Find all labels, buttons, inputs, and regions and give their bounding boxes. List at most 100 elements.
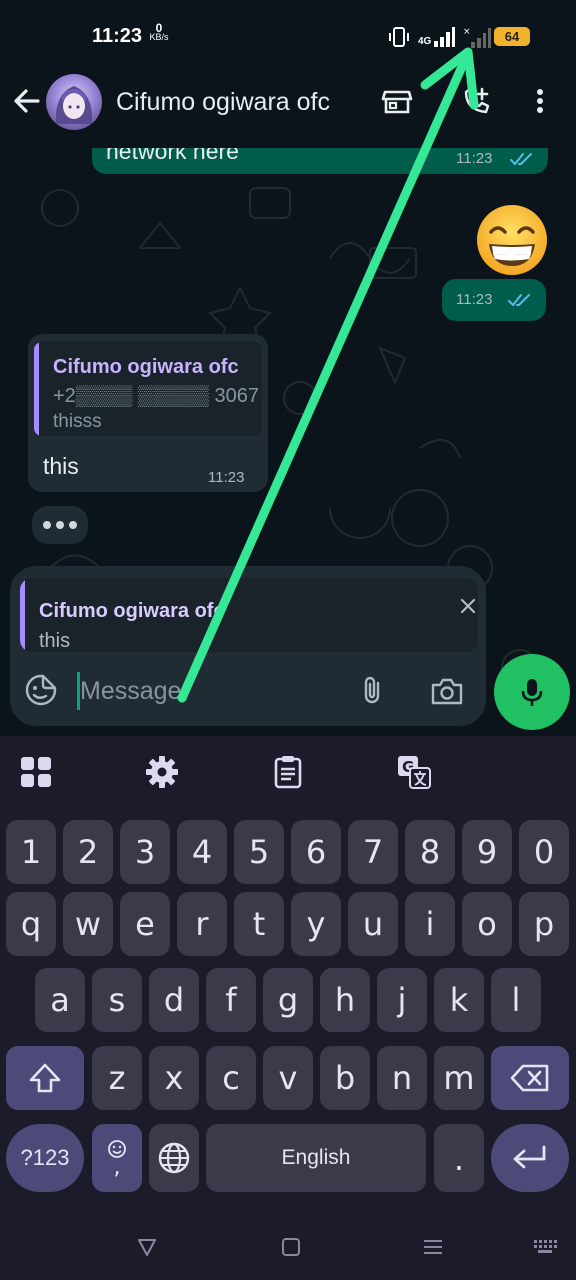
message-composer: Cifumo ogiwara ofc this [10,566,486,726]
recents-menu-icon[interactable] [420,1234,446,1260]
key-v[interactable]: v [263,1046,313,1110]
message-text: network here [106,148,239,164]
key-l[interactable]: l [491,968,541,1032]
catalog-store-icon[interactable] [380,84,414,118]
shift-key[interactable] [6,1046,84,1110]
key-h[interactable]: h [320,968,370,1032]
message-time: 11:23 [456,291,493,308]
add-call-icon[interactable] [460,84,494,118]
reply-text: this [39,630,71,652]
key-z[interactable]: z [92,1046,142,1110]
quote-text: thisss [53,411,102,432]
translate-icon[interactable]: G [396,754,432,790]
emoji-comma-key[interactable]: , [92,1124,142,1192]
grinning-face-emoji [477,205,547,275]
key-q[interactable]: q [6,892,56,956]
key-w[interactable]: w [63,892,113,956]
typing-dot [43,521,51,529]
voice-record-button[interactable] [494,654,570,730]
network-type: 4G [418,27,456,47]
close-reply-icon[interactable] [458,596,478,616]
key-u[interactable]: u [348,892,398,956]
read-receipt-icon [508,294,530,307]
backspace-key[interactable] [491,1046,569,1110]
camera-icon[interactable] [430,676,464,706]
key-i[interactable]: i [405,892,455,956]
key-0[interactable]: 0 [519,820,569,884]
network-speed-unit: KB/s [149,32,169,42]
contact-name[interactable]: Cifumo ogiwara ofc [116,88,330,117]
key-9[interactable]: 9 [462,820,512,884]
key-c[interactable]: c [206,1046,256,1110]
contact-avatar[interactable] [46,74,102,130]
typing-dot [69,521,77,529]
key-7[interactable]: 7 [348,820,398,884]
message-input[interactable] [80,672,350,710]
reply-bar [20,578,25,652]
symbols-key[interactable]: ?123 [6,1124,84,1192]
key-a[interactable]: a [35,968,85,1032]
space-key[interactable]: English [206,1124,426,1192]
key-s[interactable]: s [92,968,142,1032]
keyboard-switch-icon[interactable] [532,1234,558,1260]
key-o[interactable]: o [462,892,512,956]
key-g[interactable]: g [263,968,313,1032]
language-globe-key[interactable] [149,1124,199,1192]
quote-phone: +2▒▒▒▒ ▒▒▒▒▒ 3067 [53,385,259,407]
reply-preview[interactable]: Cifumo ogiwara ofc this [20,578,478,652]
key-y[interactable]: y [291,892,341,956]
key-5[interactable]: 5 [234,820,284,884]
key-e[interactable]: e [120,892,170,956]
microphone-icon [521,679,543,706]
backspace-icon [510,1064,549,1092]
reply-sender: Cifumo ogiwara ofc [39,600,225,622]
quote-sender: Cifumo ogiwara ofc [53,356,239,378]
key-b[interactable]: b [320,1046,370,1110]
quoted-message[interactable]: Cifumo ogiwara ofc +2▒▒▒▒ ▒▒▒▒▒ 3067 thi… [34,342,262,436]
sticker-emoji-icon[interactable] [24,673,58,707]
period-key[interactable]: . [434,1124,484,1192]
settings-gear-icon[interactable] [144,754,180,790]
key-2[interactable]: 2 [63,820,113,884]
typing-dot [56,521,64,529]
soft-keyboard: G 1 2 3 4 5 6 7 8 9 0 q w e r t y u i o … [0,736,576,1216]
clipboard-icon[interactable] [270,754,306,790]
battery-level: 64 [494,27,530,46]
key-x[interactable]: x [149,1046,199,1110]
key-r[interactable]: r [177,892,227,956]
signal-no-service-icon: × [463,27,492,48]
key-1[interactable]: 1 [6,820,56,884]
key-4[interactable]: 4 [177,820,227,884]
message-time: 11:23 [456,150,493,167]
key-p[interactable]: p [519,892,569,956]
key-f[interactable]: f [206,968,256,1032]
key-j[interactable]: j [377,968,427,1032]
message-outgoing[interactable]: network here 11:23 [92,148,548,174]
vibrate-icon [389,27,409,47]
message-time: 11:23 [208,469,245,486]
key-6[interactable]: 6 [291,820,341,884]
enter-key[interactable] [491,1124,569,1192]
key-m[interactable]: m [434,1046,484,1110]
more-options-icon[interactable] [523,84,557,118]
home-square-icon[interactable] [278,1234,304,1260]
key-t[interactable]: t [234,892,284,956]
avatar-image [55,86,93,124]
key-3[interactable]: 3 [120,820,170,884]
network-speed: 0 KB/s [148,22,170,42]
system-navigation-bar [0,1216,576,1280]
message-outgoing-time: 11:23 [442,279,546,321]
typing-indicator [32,506,88,544]
back-triangle-icon[interactable] [134,1234,160,1260]
key-n[interactable]: n [377,1046,427,1110]
apps-grid-icon[interactable] [18,754,54,790]
key-8[interactable]: 8 [405,820,455,884]
signal-full-icon [434,27,456,47]
attach-paperclip-icon[interactable] [358,674,388,706]
quote-bar [34,342,39,436]
message-outgoing-emoji[interactable] [474,202,550,278]
key-k[interactable]: k [434,968,484,1032]
status-bar: 11:23 0 KB/s 4G × 64 [0,0,576,70]
key-d[interactable]: d [149,968,199,1032]
back-arrow-icon[interactable] [10,84,44,118]
